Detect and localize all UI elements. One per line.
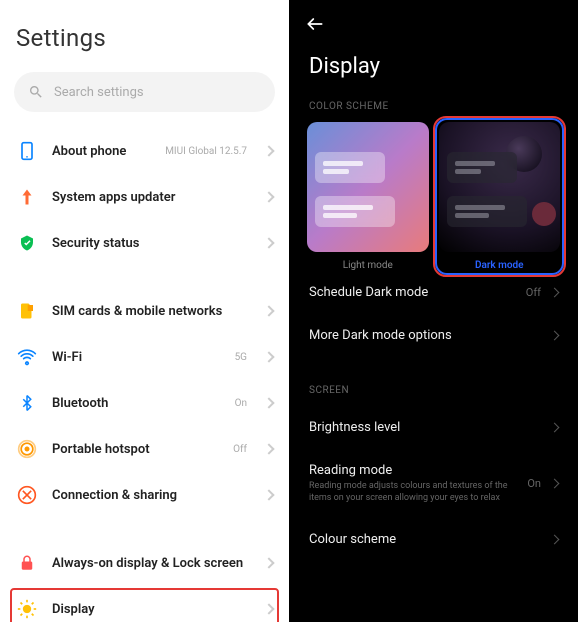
chevron-right-icon (263, 397, 274, 408)
chevron-right-icon (263, 557, 274, 568)
item-label: Always-on display & Lock screen (52, 556, 251, 571)
item-about-phone[interactable]: About phone MIUI Global 12.5.7 (0, 128, 289, 174)
hotspot-icon (16, 438, 38, 460)
item-label: Bluetooth (52, 396, 221, 411)
wifi-icon (16, 346, 38, 368)
item-label: Reading mode (309, 463, 517, 478)
item-label: About phone (52, 144, 151, 159)
update-icon (16, 186, 38, 208)
search-icon (28, 84, 44, 100)
item-hotspot[interactable]: Portable hotspot Off (0, 426, 289, 472)
lock-icon (16, 552, 38, 574)
settings-group-3: Always-on display & Lock screen Display … (0, 536, 289, 622)
light-mode-preview (307, 122, 429, 252)
display-panel: Display COLOR SCHEME Light mode Dark mod… (289, 0, 578, 622)
item-label: Colour scheme (309, 532, 541, 547)
color-scheme-row: Light mode Dark mode (289, 122, 578, 271)
item-value: Off (526, 286, 541, 299)
item-value: On (235, 398, 247, 409)
item-sim[interactable]: SIM cards & mobile networks (0, 288, 289, 334)
item-aod-lock[interactable]: Always-on display & Lock screen (0, 540, 289, 586)
item-label: Schedule Dark mode (309, 285, 516, 300)
item-label: System apps updater (52, 190, 251, 205)
chevron-right-icon (263, 489, 274, 500)
item-bluetooth[interactable]: Bluetooth On (0, 380, 289, 426)
item-display[interactable]: Display (0, 586, 289, 622)
item-label: Wi-Fi (52, 350, 221, 365)
search-input[interactable] (54, 85, 261, 100)
item-value: 5G (235, 352, 247, 363)
item-label: Display (52, 602, 251, 617)
item-wifi[interactable]: Wi-Fi 5G (0, 334, 289, 380)
item-connection-sharing[interactable]: Connection & sharing (0, 472, 289, 518)
back-button[interactable] (305, 14, 325, 34)
section-screen: SCREEN (289, 373, 578, 406)
chevron-right-icon (263, 145, 274, 156)
dark-mode-card[interactable]: Dark mode (439, 122, 561, 271)
light-mode-label: Light mode (343, 260, 393, 271)
light-mode-card[interactable]: Light mode (307, 122, 429, 271)
search-input-container[interactable] (14, 72, 275, 112)
display-icon (16, 598, 38, 620)
item-value: Off (233, 444, 247, 455)
item-value: MIUI Global 12.5.7 (165, 146, 247, 157)
phone-icon (16, 140, 38, 162)
chevron-right-icon (550, 535, 560, 545)
chevron-right-icon (263, 351, 274, 362)
chevron-right-icon (550, 288, 560, 298)
chevron-right-icon (263, 443, 274, 454)
display-title: Display (289, 48, 578, 89)
item-colour-scheme[interactable]: Colour scheme (289, 518, 578, 561)
item-label: Connection & sharing (52, 488, 251, 503)
dark-mode-preview (439, 122, 561, 252)
item-sublabel: Reading mode adjusts colours and texture… (309, 481, 509, 504)
item-security-status[interactable]: Security status (0, 220, 289, 266)
item-label: More Dark mode options (309, 328, 541, 343)
item-label: Brightness level (309, 420, 541, 435)
settings-group-1: About phone MIUI Global 12.5.7 System ap… (0, 124, 289, 270)
chevron-right-icon (550, 331, 560, 341)
sim-icon (16, 300, 38, 322)
item-brightness[interactable]: Brightness level (289, 406, 578, 449)
settings-group-2: SIM cards & mobile networks Wi-Fi 5G Blu… (0, 284, 289, 522)
settings-title: Settings (16, 24, 273, 52)
item-more-dark-options[interactable]: More Dark mode options (289, 314, 578, 357)
share-icon (16, 484, 38, 506)
chevron-right-icon (263, 305, 274, 316)
settings-panel: Settings About phone MIUI Global 12.5.7 … (0, 0, 289, 622)
item-label: SIM cards & mobile networks (52, 304, 251, 319)
chevron-right-icon (263, 191, 274, 202)
item-label: Security status (52, 236, 251, 251)
item-value: On (527, 477, 541, 490)
chevron-right-icon (263, 603, 274, 614)
item-system-updater[interactable]: System apps updater (0, 174, 289, 220)
chevron-right-icon (550, 423, 560, 433)
item-schedule-dark[interactable]: Schedule Dark mode Off (289, 271, 578, 314)
chevron-right-icon (263, 237, 274, 248)
chevron-right-icon (550, 479, 560, 489)
bluetooth-icon (16, 392, 38, 414)
item-reading-mode[interactable]: Reading mode Reading mode adjusts colour… (289, 449, 578, 518)
item-label: Portable hotspot (52, 442, 219, 457)
shield-icon (16, 232, 38, 254)
